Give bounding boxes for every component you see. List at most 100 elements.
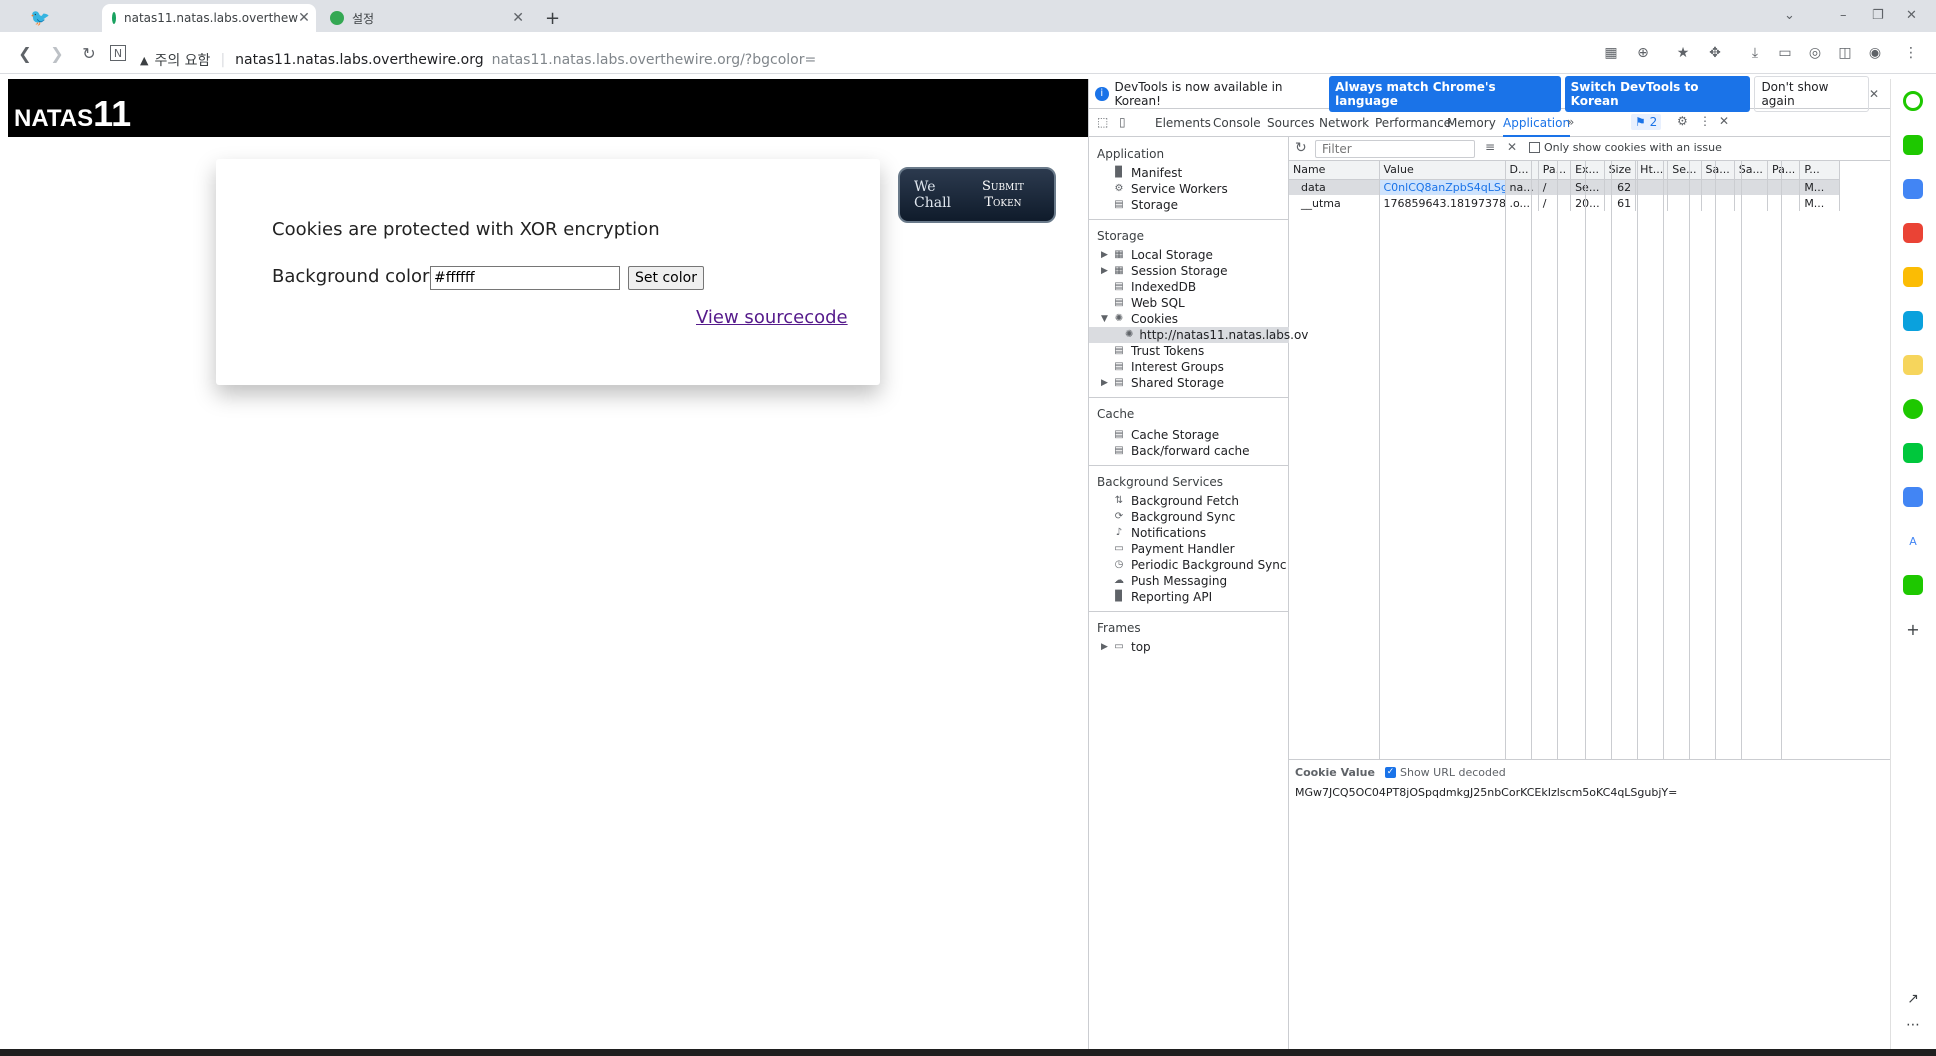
clear-all-icon[interactable]: ✕ bbox=[1507, 140, 1517, 154]
pocket-icon[interactable] bbox=[1903, 223, 1923, 243]
naver-icon[interactable]: N bbox=[110, 45, 126, 61]
sidebar-item-session-storage[interactable]: ▦ Session Storage bbox=[1113, 263, 1227, 279]
date-icon[interactable] bbox=[1903, 487, 1923, 507]
only-issue-toggle[interactable]: Only show cookies with an issue bbox=[1529, 141, 1722, 154]
close-icon[interactable]: ✕ bbox=[298, 10, 310, 26]
sidebar-item-shared-storage[interactable]: ▤ Shared Storage bbox=[1113, 375, 1224, 391]
column-header[interactable]: Size bbox=[1604, 161, 1637, 180]
close-window-icon[interactable]: ✕ bbox=[1906, 8, 1917, 23]
cast-icon[interactable]: ▭ bbox=[1774, 42, 1796, 64]
sidebar-item-background-fetch[interactable]: ⇅ Background Fetch bbox=[1113, 493, 1239, 509]
twitter-icon[interactable]: 🐦 bbox=[30, 8, 52, 27]
naver-green-icon[interactable] bbox=[1903, 91, 1923, 111]
sidebar-item-web-sql[interactable]: ▤ Web SQL bbox=[1113, 295, 1184, 311]
sidebar-item-background-sync[interactable]: ⟳ Background Sync bbox=[1113, 509, 1236, 525]
table-row[interactable]: __utma 176859643.1819737890.1... .o... /… bbox=[1289, 195, 1841, 211]
tab-application[interactable]: Application bbox=[1503, 116, 1571, 137]
webtoon-icon[interactable] bbox=[1903, 443, 1923, 463]
column-header[interactable]: Value bbox=[1379, 161, 1506, 180]
column-header[interactable]: Sa... bbox=[1701, 161, 1735, 180]
show-url-decoded-toggle[interactable]: ✓ Show URL decoded bbox=[1385, 766, 1506, 779]
edge-icon[interactable] bbox=[1903, 311, 1923, 331]
sidebar-item-manifest[interactable]: ▉ Manifest bbox=[1113, 165, 1182, 181]
tab-sources[interactable]: Sources bbox=[1267, 116, 1314, 130]
column-header[interactable]: Ex... bbox=[1570, 161, 1605, 180]
star-icon[interactable] bbox=[1903, 267, 1923, 287]
switch-korean-button[interactable]: Switch DevTools to Korean bbox=[1564, 75, 1751, 112]
sidebar-item-cookie-origin[interactable]: ✺ http://natas11.natas.labs.ov bbox=[1089, 327, 1308, 343]
address-bar[interactable]: ▲ 주의 요함 | natas11.natas.labs.overthewire… bbox=[140, 47, 816, 73]
tab-memory[interactable]: Memory bbox=[1447, 116, 1496, 130]
inspect-icon[interactable]: ⬚ bbox=[1097, 115, 1108, 129]
back-icon[interactable]: ❮ bbox=[14, 42, 36, 64]
qr-icon[interactable]: ▦ bbox=[1600, 42, 1622, 64]
reload-icon[interactable]: ↻ bbox=[78, 42, 100, 64]
issues-badge[interactable]: ⚑ 2 bbox=[1631, 114, 1662, 130]
sidebar-item-bfcache[interactable]: ▤ Back/forward cache bbox=[1113, 443, 1249, 459]
sidebar-item-interest-groups[interactable]: ▤ Interest Groups bbox=[1113, 359, 1224, 375]
more-icon[interactable]: ⋯ bbox=[1903, 1015, 1923, 1035]
memo-icon[interactable] bbox=[1903, 355, 1923, 375]
tab-console[interactable]: Console bbox=[1213, 116, 1261, 130]
sidebar-item-service-workers[interactable]: ⚙ Service Workers bbox=[1113, 181, 1228, 197]
view-source-link[interactable]: View sourcecode bbox=[696, 307, 848, 328]
tab-performance[interactable]: Performance bbox=[1375, 116, 1451, 130]
sidebar-item-payment-handler[interactable]: ▭ Payment Handler bbox=[1113, 541, 1234, 557]
column-header[interactable]: Name bbox=[1289, 161, 1380, 180]
close-infobar-icon[interactable]: ✕ bbox=[1869, 87, 1879, 101]
tab-search-icon[interactable]: ⌄ bbox=[1784, 8, 1795, 23]
tab-network[interactable]: Network bbox=[1319, 116, 1369, 130]
sidebar-item-cache-storage[interactable]: ▤ Cache Storage bbox=[1113, 427, 1219, 443]
sidebar-item-storage[interactable]: ▤ Storage bbox=[1113, 197, 1178, 213]
table-row[interactable]: data C0nlCQ8anZpbS4qLSguKmkz na... / Se.… bbox=[1289, 179, 1841, 195]
external-link-icon[interactable]: ↗ bbox=[1903, 989, 1923, 1009]
menu-icon[interactable]: ⋮ bbox=[1900, 42, 1922, 64]
device-toggle-icon[interactable]: ▯ bbox=[1119, 115, 1126, 129]
play-icon[interactable] bbox=[1903, 399, 1923, 419]
tab-settings[interactable]: 설정 ✕ bbox=[320, 4, 534, 32]
sidebar-item-notifications[interactable]: ♪ Notifications bbox=[1113, 525, 1206, 541]
translate-icon[interactable]: A bbox=[1903, 531, 1923, 551]
sheet-icon[interactable] bbox=[1903, 575, 1923, 595]
column-header[interactable]: Sa... bbox=[1734, 161, 1768, 180]
more-tabs-icon[interactable]: » bbox=[1567, 115, 1574, 129]
tab-elements[interactable]: Elements bbox=[1155, 116, 1211, 130]
security-label[interactable]: 주의 요함 bbox=[154, 50, 210, 70]
sidebar-item-local-storage[interactable]: ▦ Local Storage bbox=[1113, 247, 1213, 263]
sidebar-item-cookies[interactable]: ✺ Cookies bbox=[1113, 311, 1178, 327]
bookmark-icon[interactable]: ★ bbox=[1672, 42, 1694, 64]
profile-icon[interactable]: ◉ bbox=[1864, 42, 1886, 64]
sidebar-item-indexeddb[interactable]: ▤ IndexedDB bbox=[1113, 279, 1196, 295]
always-match-button[interactable]: Always match Chrome's language bbox=[1329, 75, 1561, 112]
sidebar-icon[interactable]: ◫ bbox=[1834, 42, 1856, 64]
checkbox[interactable] bbox=[1529, 142, 1540, 153]
cookie-value-text[interactable]: MGw7JCQ5OC04PT8jOSpqdmkgJ25nbCorKCEkIzls… bbox=[1295, 786, 1677, 799]
column-header[interactable]: Pa... bbox=[1767, 161, 1801, 180]
bgcolor-input[interactable] bbox=[430, 266, 620, 290]
close-devtools-icon[interactable]: ✕ bbox=[1719, 114, 1729, 128]
dont-show-button[interactable]: Don't show again bbox=[1754, 75, 1869, 112]
sidebar-item-reporting-api[interactable]: ▉ Reporting API bbox=[1113, 589, 1212, 605]
sidebar-item-trust-tokens[interactable]: ▤ Trust Tokens bbox=[1113, 343, 1204, 359]
column-header[interactable]: Pa... bbox=[1538, 161, 1572, 180]
cookie-filter-input[interactable] bbox=[1315, 140, 1475, 158]
clear-filter-icon[interactable]: ≡ bbox=[1485, 140, 1495, 154]
tab-natas11[interactable]: natas11.natas.labs.overthew ✕ bbox=[102, 4, 316, 32]
column-header[interactable]: P... bbox=[1799, 161, 1841, 180]
zoom-icon[interactable]: ⊕ bbox=[1632, 42, 1654, 64]
sidebar-item-push-messaging[interactable]: ☁ Push Messaging bbox=[1113, 573, 1227, 589]
sidebar-item-frame-top[interactable]: ▭ top bbox=[1113, 639, 1150, 655]
new-tab-button[interactable]: + bbox=[545, 8, 560, 29]
minimize-icon[interactable]: – bbox=[1840, 8, 1847, 23]
forward-icon[interactable]: ❯ bbox=[46, 42, 68, 64]
sidebar-item-periodic-sync[interactable]: ◷ Periodic Background Sync bbox=[1113, 557, 1287, 573]
talk-icon[interactable] bbox=[1903, 135, 1923, 155]
close-icon[interactable]: ✕ bbox=[512, 10, 524, 26]
settings-icon[interactable]: ⚙ bbox=[1677, 114, 1688, 128]
download-icon[interactable]: ⤓ bbox=[1744, 42, 1766, 64]
submit-token-button[interactable]: We Chall Submit Token bbox=[898, 167, 1056, 223]
capture-icon[interactable]: ◎ bbox=[1804, 42, 1826, 64]
column-header[interactable]: Se... bbox=[1667, 161, 1702, 180]
column-header[interactable]: D... bbox=[1505, 161, 1539, 180]
set-color-button[interactable]: Set color bbox=[628, 266, 704, 290]
